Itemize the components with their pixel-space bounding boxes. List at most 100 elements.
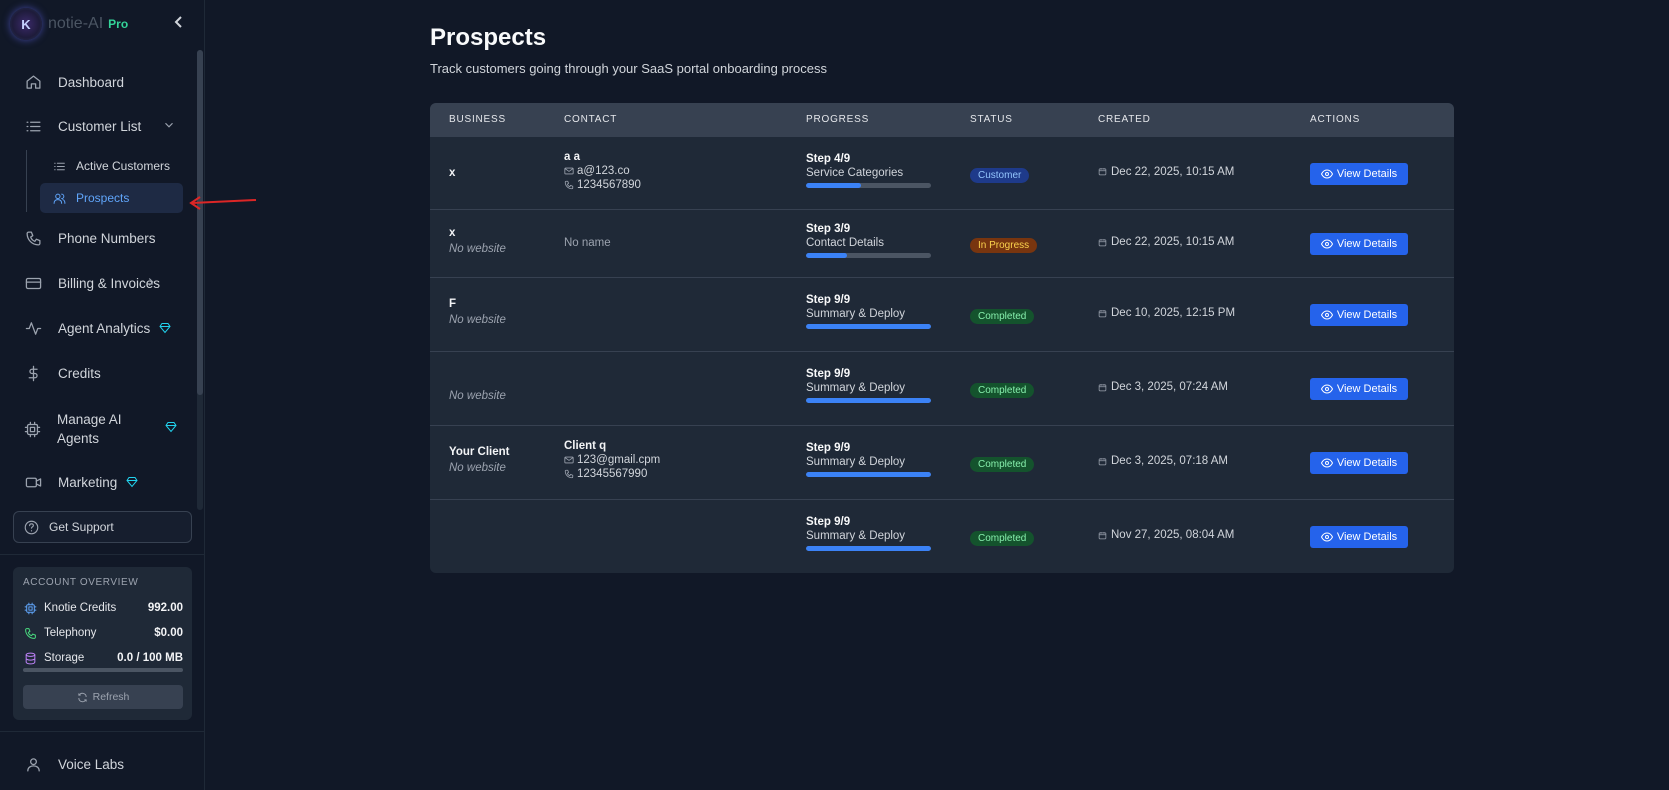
page-title: Prospects [430, 24, 547, 51]
progress-bar [806, 398, 931, 403]
status-badge: Completed [970, 309, 1035, 324]
progress-cell: Step 4/9 Service Categories [806, 153, 931, 188]
view-details-button[interactable]: View Details [1310, 526, 1408, 548]
account-row-storage: Storage 0.0 / 100 MB [23, 650, 183, 666]
progress-cell: Step 9/9 Summary & Deploy [806, 442, 931, 477]
users-icon [52, 191, 66, 205]
business-name: F [449, 298, 457, 310]
calendar-icon [1098, 309, 1107, 317]
progress-step: Step 9/9 [806, 294, 851, 306]
business-name-empty [449, 372, 506, 386]
user-icon [24, 755, 42, 773]
progress-bar [806, 182, 931, 188]
storage-usage-bar [23, 668, 183, 672]
action-cell: View Details [1310, 378, 1408, 400]
sidebar-item-credits[interactable]: Credits [14, 355, 184, 391]
status-badge: Completed [970, 457, 1035, 472]
progress-step-name: Summary & Deploy [806, 456, 906, 468]
sidebar-item-label: Phone Numbers [58, 230, 156, 246]
mail-icon [564, 167, 574, 174]
calendar-icon [1098, 168, 1107, 176]
status-cell: In Progress [970, 235, 1038, 253]
view-details-label: View Details [1336, 238, 1398, 250]
view-details-button[interactable]: View Details [1310, 162, 1408, 185]
created-cell: Dec 3, 2025, 07:24 AM [1098, 381, 1228, 393]
get-support-label: Get Support [49, 520, 114, 534]
sidebar-item-label: Marketing [58, 474, 118, 490]
sidebar-subitem-prospects[interactable]: Prospects [40, 183, 183, 213]
page-subtitle: Track customers going through your SaaS … [430, 61, 827, 76]
sidebar-item-manage-ai-agents[interactable]: Manage AI Agents [14, 407, 134, 451]
sidebar-item-billing[interactable]: Billing & Invoices [14, 265, 184, 301]
business-cell: Your Client No website [449, 446, 509, 474]
contact-email-text: 123@gmail.cpm [577, 454, 661, 466]
contact-email-text: a@123.co [577, 164, 630, 177]
table-row: x a a a@123.co 1234567890 Step 4/9 Service Ca… [430, 136, 1454, 209]
get-support-button[interactable]: Get Support [13, 511, 192, 543]
list-icon [52, 159, 66, 173]
created-date: Nov 27, 2025, 08:04 AM [1111, 529, 1235, 541]
list-icon [24, 117, 42, 135]
table-row: F No website Step 9/9 Summary & Deploy Compl… [430, 277, 1454, 351]
eye-icon [1320, 458, 1333, 468]
brand: K notie-AI Pro [10, 8, 128, 40]
status-badge: Completed [970, 531, 1035, 546]
status-cell: Completed [970, 528, 1035, 546]
view-details-label: View Details [1336, 531, 1398, 543]
progress-step: Step 3/9 [806, 223, 851, 235]
cpu-icon [24, 420, 41, 438]
account-row-value: $0.00 [154, 627, 183, 639]
eye-icon [1320, 239, 1333, 249]
progress-bar-fill [806, 398, 931, 403]
refresh-label: Refresh [92, 691, 130, 703]
action-cell: View Details [1310, 162, 1408, 185]
contact-phone-text: 12345567990 [577, 468, 648, 480]
progress-cell: Step 9/9 Summary & Deploy [806, 294, 931, 329]
progress-bar [806, 546, 931, 551]
sidebar-item-voice-labs[interactable]: Voice Labs [14, 746, 184, 782]
progress-cell: Step 9/9 Summary & Deploy [806, 368, 931, 403]
view-details-button[interactable]: View Details [1310, 378, 1408, 400]
progress-bar [806, 324, 931, 329]
column-header-status: STATUS [970, 114, 1013, 125]
sidebar-item-label: Customer List [58, 118, 142, 134]
account-row-label: Storage [44, 652, 85, 664]
account-row-credits: Knotie Credits 992.00 [23, 600, 183, 616]
business-website: No website [449, 462, 506, 474]
view-details-button[interactable]: View Details [1310, 452, 1408, 474]
sidebar: K notie-AI Pro Dashboard Customer List A… [0, 0, 205, 790]
business-cell: x [449, 167, 455, 179]
table-row: No website Step 9/9 Summary & Deploy Comple… [430, 351, 1454, 425]
collapse-sidebar-button[interactable] [172, 15, 186, 31]
view-details-button[interactable]: View Details [1310, 233, 1408, 255]
table-header: BUSINESS CONTACT PROGRESS STATUS CREATED… [430, 103, 1454, 136]
calendar-icon [1098, 238, 1107, 246]
sidebar-item-customer-list[interactable]: Customer List [14, 108, 184, 144]
sidebar-item-phone-numbers[interactable]: Phone Numbers [14, 220, 184, 256]
refresh-button[interactable]: Refresh [23, 685, 183, 709]
progress-step-name: Service Categories [806, 166, 904, 179]
sidebar-item-agent-analytics[interactable]: Agent Analytics [14, 310, 184, 346]
account-row-value: 992.00 [147, 602, 183, 614]
account-row-value: 0.0 / 100 MB [117, 652, 183, 664]
contact-cell: Client q 123@gmail.cpm 12345567990 [564, 440, 660, 480]
created-cell: Dec 3, 2025, 07:18 AM [1098, 455, 1228, 467]
sidebar-subitem-label: Prospects [76, 191, 130, 205]
progress-step-name: Summary & Deploy [806, 382, 906, 394]
sidebar-scrollbar[interactable] [197, 50, 203, 395]
sidebar-subitem-active-customers[interactable]: Active Customers [40, 151, 183, 181]
status-cell: Completed [970, 380, 1035, 398]
progress-step-name: Summary & Deploy [806, 308, 906, 320]
chevron-right-icon [144, 275, 158, 289]
contact-phone-text: 1234567890 [577, 178, 641, 191]
business-name: x [449, 166, 456, 179]
created-date: Dec 3, 2025, 07:18 AM [1111, 455, 1228, 467]
view-details-button[interactable]: View Details [1310, 304, 1408, 326]
progress-step: Step 9/9 [806, 368, 851, 380]
sidebar-item-dashboard[interactable]: Dashboard [14, 64, 184, 100]
created-date: Dec 22, 2025, 10:15 AM [1111, 236, 1235, 248]
business-cell: x No website [449, 227, 506, 255]
created-cell: Dec 22, 2025, 10:15 AM [1098, 166, 1234, 178]
sidebar-item-marketing[interactable]: Marketing [14, 464, 184, 500]
eye-icon [1320, 168, 1333, 179]
